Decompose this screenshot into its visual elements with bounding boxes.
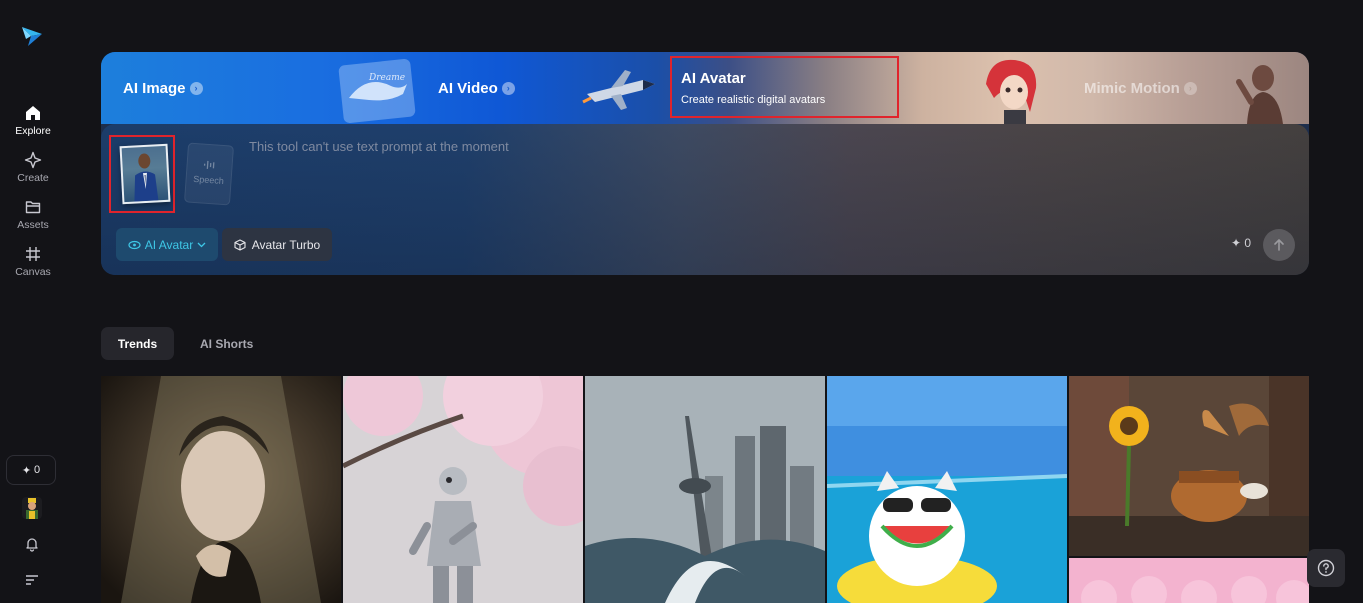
generation-cost: ✦ 0 xyxy=(1231,236,1251,250)
sidebar-item-explore[interactable]: Explore xyxy=(0,104,66,137)
pink-spheres-thumbnail xyxy=(1069,558,1309,603)
prompt-placeholder: This tool can't use text prompt at the m… xyxy=(249,139,509,154)
tab-mimic-motion[interactable]: Mimic Motion › xyxy=(1084,52,1197,124)
hash-frame-icon xyxy=(26,247,40,261)
gallery-card[interactable] xyxy=(1069,376,1309,556)
notification-bell-icon[interactable] xyxy=(24,536,40,557)
credit-icon: ✦ xyxy=(21,464,32,477)
audio-wave-icon xyxy=(203,160,215,169)
tab-title: AI Avatar xyxy=(681,70,746,87)
cube-icon xyxy=(234,238,246,251)
folder-icon xyxy=(25,201,41,214)
avatar-image-upload[interactable] xyxy=(109,135,175,213)
cost-value: 0 xyxy=(1244,236,1252,250)
speech-input-card[interactable]: Speech xyxy=(183,142,235,206)
cat-pool-thumbnail xyxy=(827,376,1067,603)
help-button[interactable] xyxy=(1307,549,1345,587)
sidebar-item-label: Assets xyxy=(17,219,49,231)
flooded-tower-thumbnail xyxy=(585,376,825,603)
gallery-card[interactable] xyxy=(827,376,1067,603)
sidebar-item-canvas[interactable]: Canvas xyxy=(0,245,66,278)
tab-trends[interactable]: Trends xyxy=(101,327,174,360)
chevron-right-icon: › xyxy=(1183,81,1197,95)
sparkle-icon xyxy=(24,151,42,169)
gallery-card[interactable] xyxy=(585,376,825,603)
arrow-up-icon xyxy=(1274,239,1284,251)
gallery-card[interactable] xyxy=(1069,558,1309,603)
chevron-right-icon: › xyxy=(501,81,515,95)
sidebar-item-label: Explore xyxy=(15,125,51,137)
tab-label: Mimic Motion xyxy=(1084,79,1180,97)
tab-label: AI Video xyxy=(438,79,498,97)
gallery-card[interactable] xyxy=(101,376,341,603)
generator-panel: Dreame AI Image › AI Video › AI Avatar C… xyxy=(101,52,1309,275)
app-root: Explore Create Assets Canvas ✦ 0 Dreame … xyxy=(0,0,1363,603)
gallery-card[interactable] xyxy=(343,376,583,603)
model-select-dropdown[interactable]: AI Avatar xyxy=(116,228,218,261)
avatar[interactable] xyxy=(22,497,42,519)
tab-ai-avatar[interactable]: AI Avatar Create realistic digital avata… xyxy=(670,56,899,118)
eye-icon xyxy=(128,240,141,249)
credits-value: 0 xyxy=(34,464,41,476)
chevron-down-icon xyxy=(197,242,206,247)
sidebar-item-assets[interactable]: Assets xyxy=(0,198,66,231)
tab-ai-video[interactable]: AI Video › xyxy=(438,52,515,124)
svg-text:Dreame: Dreame xyxy=(368,73,405,83)
logo-icon[interactable] xyxy=(19,22,45,48)
sidebar-item-create[interactable]: Create xyxy=(0,151,66,184)
chevron-right-icon: › xyxy=(189,81,203,95)
question-icon xyxy=(1317,559,1335,577)
red-hair-avatar-art-icon xyxy=(986,59,1037,124)
tab-label: AI Image xyxy=(123,79,186,97)
steampunk-teapot-thumbnail xyxy=(1069,376,1309,556)
model-select-label: AI Avatar xyxy=(144,237,194,252)
home-icon xyxy=(26,106,40,120)
sidebar: Explore Create Assets Canvas ✦ 0 xyxy=(0,0,66,603)
speech-label: Speech xyxy=(193,173,225,187)
generate-button[interactable] xyxy=(1263,229,1295,261)
sidebar-item-label: Create xyxy=(17,172,49,184)
tab-ai-shorts[interactable]: AI Shorts xyxy=(200,327,253,360)
whale-art-icon: Dreame xyxy=(338,58,416,124)
sidebar-item-label: Canvas xyxy=(15,266,51,278)
tab-subtitle: Create realistic digital avatars xyxy=(681,94,826,106)
veiled-portrait-thumbnail xyxy=(101,376,341,603)
uploaded-portrait-thumbnail xyxy=(119,143,171,205)
avatar-turbo-button[interactable]: Avatar Turbo xyxy=(222,228,332,261)
credits-balance[interactable]: ✦ 0 xyxy=(6,455,56,485)
menu-icon[interactable] xyxy=(25,573,39,592)
tab-ai-image[interactable]: AI Image › xyxy=(123,52,203,124)
robot-cherry-blossom-thumbnail xyxy=(343,376,583,603)
jet-art-icon xyxy=(582,70,655,110)
tool-tabs-bar: Dreame AI Image › AI Video › AI Avatar C… xyxy=(101,52,1309,124)
turbo-label: Avatar Turbo xyxy=(251,237,321,252)
credit-icon: ✦ xyxy=(1231,236,1242,250)
mimic-motion-art-icon xyxy=(1236,65,1283,124)
